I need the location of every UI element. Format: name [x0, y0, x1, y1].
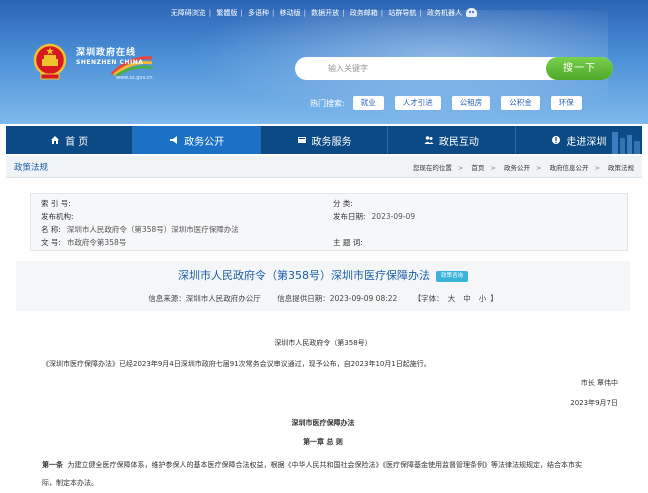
skyline-decoration — [612, 132, 641, 154]
meta-doc-no: 文 号: 市政府令第358号 — [41, 237, 126, 248]
meta-date: 发布日期: 2023-09-09 — [333, 211, 415, 222]
meta-category: 分 类: — [333, 198, 359, 209]
breadcrumb-policy[interactable]: 政策法规 — [608, 164, 634, 172]
article-title-row: 深圳市人民政府令（第358号）深圳市医疗保障办法 政策咨询 — [16, 267, 630, 283]
font-size-small[interactable]: 小 — [479, 294, 487, 303]
hot-search-label: 热门搜索: — [310, 98, 345, 108]
meta-name-key: 名 称: — [41, 225, 61, 234]
document-meta-box: 索 引 号: 分 类: 发布机构: 发布日期: 2023-09-09 名 称: 深圳… — [30, 193, 628, 251]
top-link-languages[interactable]: 多语种 — [248, 8, 269, 18]
main-nav: 首 页 政务公开 政务服务 政民互动 走进深圳 — [6, 126, 642, 154]
chapter-title: 第一章 总 则 — [303, 438, 343, 446]
breadcrumb: 您现在的位置 > 首页 > 政务公开 > 政府信息公开 > 政策法规 — [412, 164, 634, 172]
megaphone-icon — [170, 136, 178, 144]
hot-tag-employment[interactable]: 就业 — [352, 96, 384, 110]
location-icon — [552, 136, 561, 144]
meta-index-no: 索 引 号: — [41, 198, 77, 209]
nav-interaction[interactable]: 政民互动 — [388, 126, 516, 154]
breadcrumb-gov-affairs[interactable]: 政务公开 — [504, 164, 530, 172]
nav-interaction-label: 政民互动 — [438, 136, 479, 148]
hot-tag-environment[interactable]: 环保 — [550, 96, 582, 110]
top-link-mobile[interactable]: 移动版 — [280, 8, 301, 18]
hot-tag-public-housing[interactable]: 公租房 — [451, 96, 491, 110]
nav-home-label: 首 页 — [65, 136, 89, 148]
article-1-text: 为建立健全医疗保障体系，维护参保人的基本医疗保障合法权益，根据《中华人民共和国社… — [67, 461, 582, 469]
sign-date: 2023年9月7日 — [570, 399, 618, 407]
font-size-end: 】 — [490, 294, 498, 303]
nav-about-shenzhen-label: 走进深圳 — [566, 136, 607, 148]
meta-issuer: 发布机构: — [41, 211, 80, 222]
search-box: 搜一下 — [295, 57, 613, 80]
site-logo[interactable]: 深圳政府在线 SHENZHEN CHINA www.sz.gov.cn — [70, 44, 160, 86]
order-number: 深圳市人民政府令（第358号） — [274, 339, 372, 347]
font-size-medium[interactable]: 中 — [463, 294, 471, 303]
article-1-head: 第一条 — [42, 461, 63, 469]
logo-english-text: SHENZHEN CHINA — [76, 59, 144, 66]
home-icon — [51, 136, 60, 144]
article-time: 信息提供日期：2023-09-09 08:22 — [277, 294, 398, 303]
article-header: 深圳市人民政府令（第358号）深圳市医疗保障办法 政策咨询 信息来源：深圳市人民政… — [16, 261, 630, 311]
section-bar: 政策法规 您现在的位置 > 首页 > 政务公开 > 政府信息公开 > 政策法规 — [6, 156, 642, 178]
meta-category-key: 分 类: — [333, 199, 353, 208]
intro-paragraph: 《深圳市医疗保障办法》已经2023年9月4日深圳市政府七届91次常务会议审议通过… — [42, 360, 431, 368]
font-size-switcher: 【字体： 大中小】 — [414, 294, 498, 303]
signer: 市长 覃伟中 — [580, 379, 618, 387]
meta-date-value: 2023-09-09 — [371, 212, 416, 221]
hot-search: 热门搜索: 就业 人才引进 公租房 公积金 环保 — [310, 96, 593, 110]
logo-url-text: www.sz.gov.cn — [116, 75, 153, 81]
national-emblem-icon — [33, 43, 67, 80]
breadcrumb-info-open[interactable]: 政府信息公开 — [549, 164, 588, 172]
logo-chinese-text: 深圳政府在线 — [76, 48, 137, 58]
breadcrumb-prefix: 您现在的位置 — [412, 164, 452, 172]
meta-name: 名 称: 深圳市人民政府令（第358号）深圳市医疗保障办法 — [41, 224, 239, 235]
law-title: 深圳市医疗保障办法 — [291, 419, 355, 427]
font-size-large[interactable]: 大 — [448, 294, 456, 303]
service-icon — [297, 137, 306, 143]
meta-name-value: 深圳市人民政府令（第358号）深圳市医疗保障办法 — [66, 225, 239, 234]
search-button[interactable]: 搜一下 — [546, 57, 613, 80]
meta-subject: 主 题 词: — [333, 237, 369, 248]
robot-icon[interactable] — [466, 8, 478, 17]
top-link-robot[interactable]: 政务机器人 — [427, 8, 462, 18]
article-1-line-1: 第一条 为建立健全医疗保障体系，维护参保人的基本医疗保障合法权益，根据《中华人民… — [42, 460, 582, 470]
hot-tag-talent[interactable]: 人才引进 — [394, 96, 441, 110]
nav-gov-service[interactable]: 政务服务 — [261, 126, 389, 154]
top-link-accessibility[interactable]: 无障碍浏览 — [171, 8, 206, 18]
font-size-label: 【字体： — [413, 294, 444, 303]
article-1-line-2: 际，制定本办法。 — [42, 479, 98, 487]
article-title: 深圳市人民政府令（第358号）深圳市医疗保障办法 — [177, 269, 430, 282]
search-input[interactable] — [295, 57, 545, 80]
hot-tag-housing-fund[interactable]: 公积金 — [501, 96, 540, 110]
nav-gov-affairs[interactable]: 政务公开 — [133, 126, 261, 154]
people-icon — [424, 136, 434, 144]
policy-consult-badge[interactable]: 政策咨询 — [435, 271, 468, 282]
meta-issuer-key: 发布机构: — [41, 212, 74, 221]
top-link-open-data[interactable]: 数据开放 — [311, 8, 339, 18]
nav-gov-affairs-label: 政务公开 — [184, 136, 225, 148]
breadcrumb-home[interactable]: 首页 — [471, 164, 484, 172]
site-header: 无障碍浏览 | 繁體版 | 多语种 | 移动版 | 数据开放 | 政务邮箱 | 站群导航 | … — [0, 0, 648, 124]
nav-home[interactable]: 首 页 — [6, 126, 134, 154]
meta-subject-key: 主 题 词: — [333, 238, 363, 247]
meta-doc-no-value: 市政府令第358号 — [66, 238, 127, 247]
meta-date-key: 发布日期: — [333, 212, 366, 221]
top-link-site-nav[interactable]: 站群导航 — [388, 8, 416, 18]
meta-doc-no-key: 文 号: — [41, 238, 61, 247]
top-links-bar: 无障碍浏览 | 繁體版 | 多语种 | 移动版 | 数据开放 | 政务邮箱 | 站群导航 | … — [0, 8, 648, 18]
article-source: 信息来源：深圳市人民政府办公厅 — [148, 294, 261, 303]
top-link-gov-mail[interactable]: 政务邮箱 — [350, 8, 378, 18]
section-title[interactable]: 政策法规 — [14, 161, 48, 173]
nav-about-shenzhen[interactable]: 走进深圳 — [516, 126, 642, 154]
nav-gov-service-label: 政务服务 — [311, 136, 352, 148]
article-info: 信息来源：深圳市人民政府办公厅 信息提供日期：2023-09-09 08:22 … — [16, 293, 630, 304]
top-link-traditional[interactable]: 繁體版 — [216, 8, 237, 18]
meta-index-no-key: 索 引 号: — [41, 199, 71, 208]
